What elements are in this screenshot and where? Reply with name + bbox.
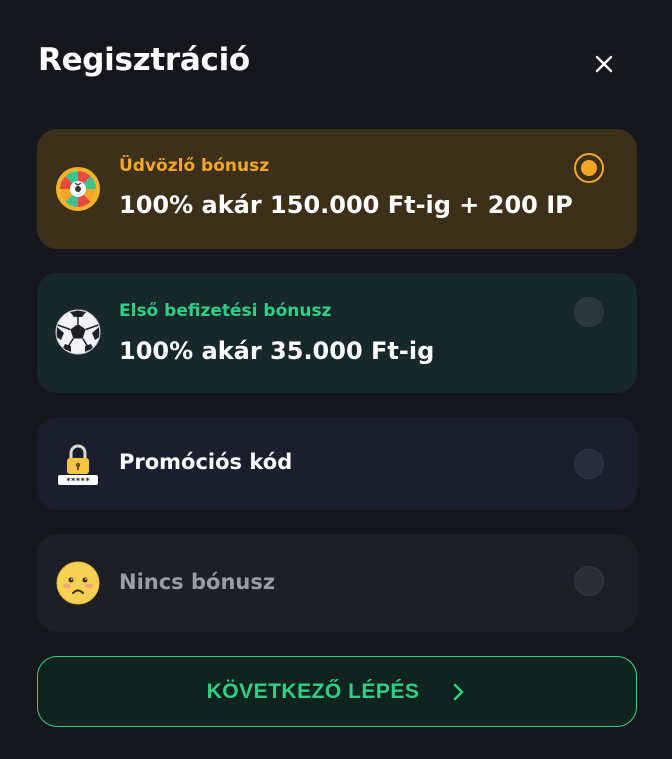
- soccer-ball-icon: [55, 309, 101, 355]
- radio-unselected[interactable]: [574, 449, 604, 479]
- next-step-label: KÖVETKEZŐ LÉPÉS: [206, 679, 420, 703]
- bonus-label: 100% akár 150.000 Ft-ig + 200 IP: [119, 191, 573, 219]
- bonus-option-promo-code[interactable]: ***** Promóciós kód: [37, 417, 637, 510]
- bonus-option-welcome[interactable]: Üdvözlő bónusz 100% akár 150.000 Ft-ig +…: [37, 129, 637, 249]
- bonus-label: Promóciós kód: [119, 450, 293, 474]
- next-step-button[interactable]: KÖVETKEZŐ LÉPÉS: [37, 656, 637, 727]
- radio-selected[interactable]: [574, 153, 604, 183]
- lock-password-icon: *****: [58, 444, 98, 486]
- svg-text:*****: *****: [66, 477, 90, 486]
- radio-unselected[interactable]: [574, 297, 604, 327]
- page-title: Regisztráció: [38, 42, 250, 78]
- sad-face-icon: [56, 561, 100, 605]
- chevron-right-icon: [454, 683, 464, 700]
- bonus-option-none[interactable]: Nincs bónusz: [37, 534, 637, 632]
- close-icon: [595, 55, 613, 73]
- registration-modal: Regisztráció Üdvözlő bónusz 100% akár 15…: [0, 0, 672, 759]
- wheel-icon: [56, 167, 100, 211]
- bonus-subtitle: Üdvözlő bónusz: [119, 156, 270, 176]
- bonus-option-first-deposit[interactable]: Első befizetési bónusz 100% akár 35.000 …: [37, 273, 637, 393]
- radio-unselected[interactable]: [574, 566, 604, 596]
- bonus-subtitle: Első befizetési bónusz: [119, 301, 332, 321]
- close-button[interactable]: [586, 46, 622, 82]
- bonus-label: 100% akár 35.000 Ft-ig: [119, 337, 435, 365]
- bonus-label: Nincs bónusz: [119, 570, 276, 594]
